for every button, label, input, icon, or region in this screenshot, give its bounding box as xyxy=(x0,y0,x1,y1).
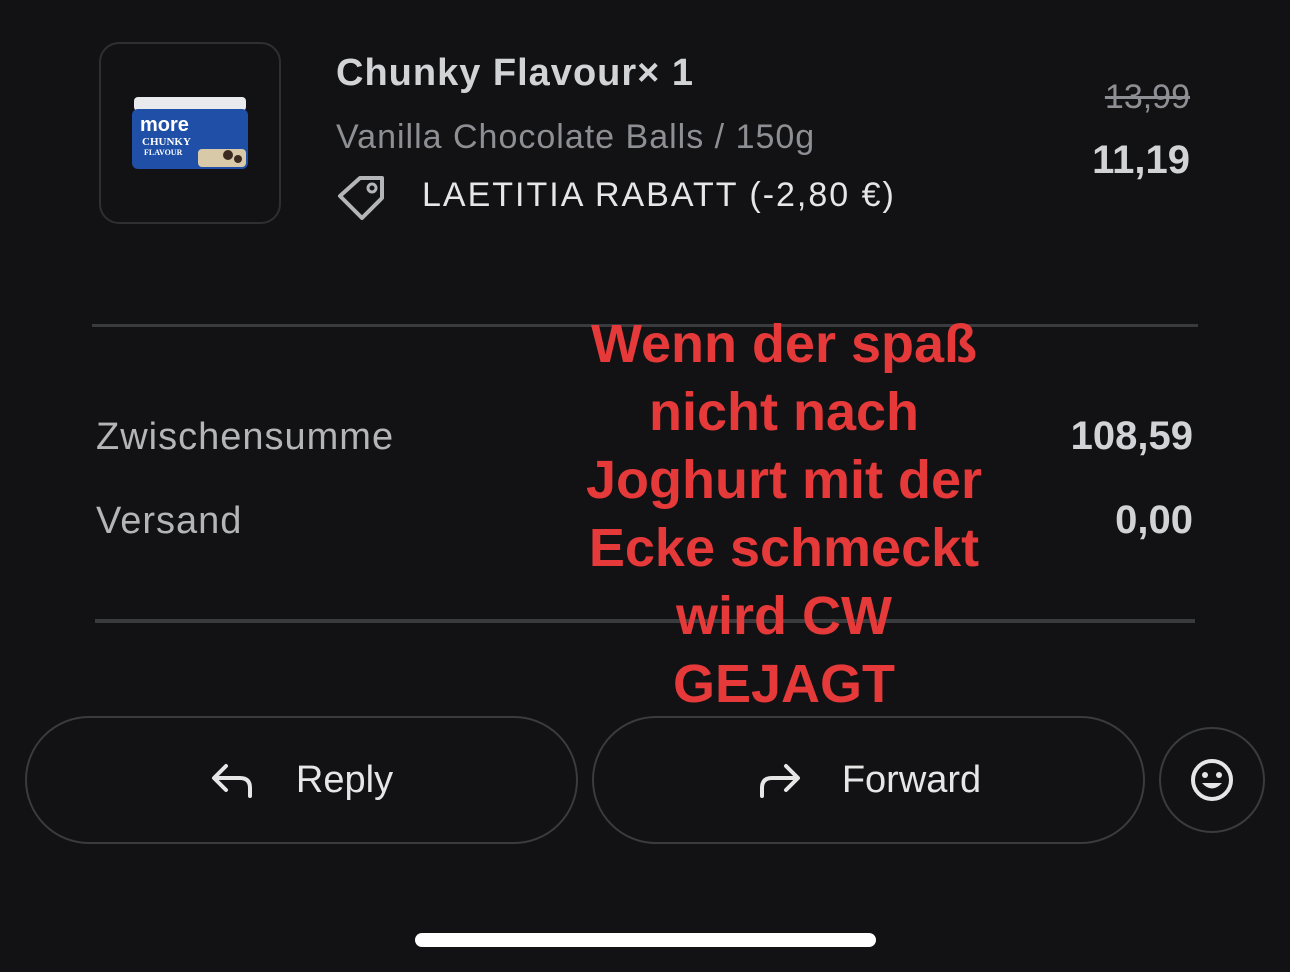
discounted-price: 11,19 xyxy=(1092,138,1190,182)
product-title: Chunky Flavour× 1 xyxy=(336,52,695,94)
discount-code-label: LAETITIA RABATT (-2,80 €) xyxy=(422,176,896,214)
forward-label: Forward xyxy=(841,758,982,801)
price-tag-icon xyxy=(338,176,384,220)
smiley-icon xyxy=(1191,759,1233,801)
jar-brand-text: more xyxy=(140,114,189,136)
forward-button[interactable]: Forward xyxy=(592,716,1145,844)
product-thumbnail[interactable]: more CHUNKY FLAVOUR xyxy=(99,42,281,224)
shipping-label: Versand xyxy=(96,500,243,542)
forward-arrow-icon xyxy=(759,764,800,798)
product-jar-image: more CHUNKY FLAVOUR xyxy=(132,97,248,169)
reply-button[interactable]: Reply xyxy=(25,716,578,844)
jar-sub-text: FLAVOUR xyxy=(144,148,183,157)
home-indicator[interactable] xyxy=(415,933,876,947)
reply-label: Reply xyxy=(295,758,394,801)
annotation-overlay-text: Wenn der spaß nicht nach Joghurt mit der… xyxy=(585,314,982,714)
shipping-value: 0,00 xyxy=(1115,498,1193,542)
jar-product-text: CHUNKY xyxy=(142,136,191,148)
original-price: 13,99 xyxy=(1104,78,1190,116)
reply-arrow-icon xyxy=(211,764,252,798)
product-variant: Vanilla Chocolate Balls / 150g xyxy=(336,118,816,156)
subtotal-value: 108,59 xyxy=(1070,414,1193,458)
subtotal-label: Zwischensumme xyxy=(96,416,395,458)
emoji-reaction-button[interactable] xyxy=(1159,727,1265,833)
